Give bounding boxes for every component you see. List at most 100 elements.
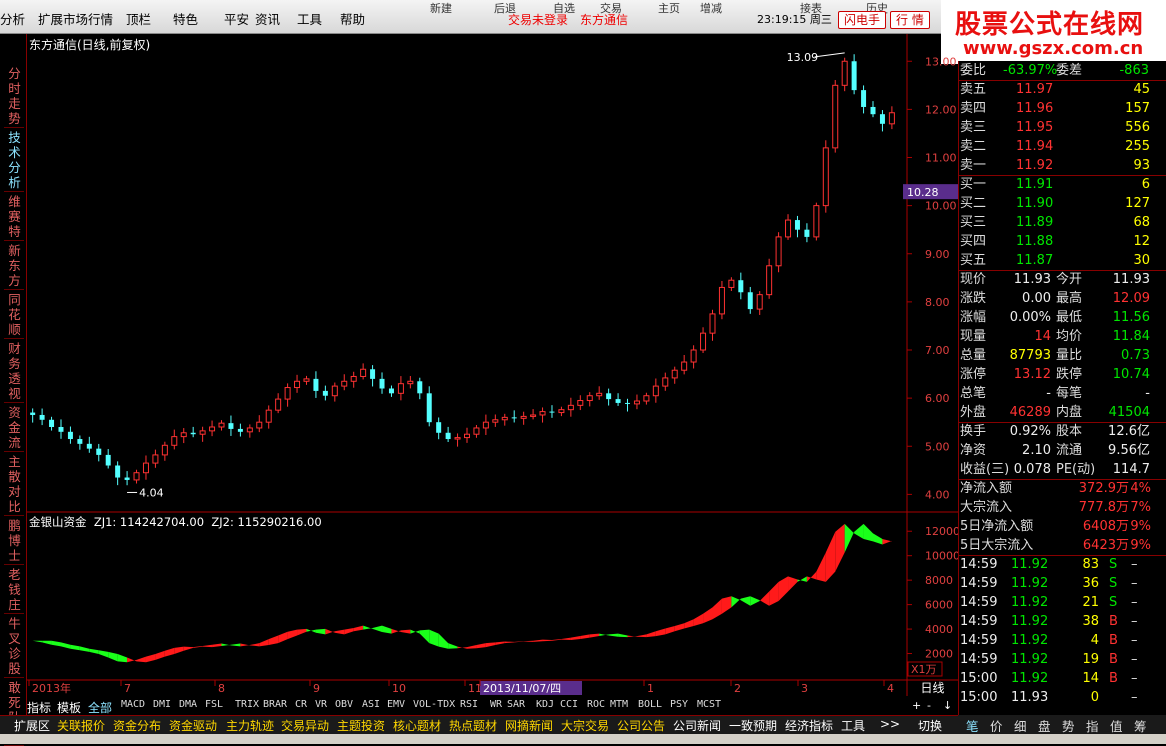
bottom-tab[interactable]: 交易异动 bbox=[281, 717, 329, 734]
indicator-tab[interactable]: CCI bbox=[560, 699, 578, 710]
indicator-tab[interactable]: VR bbox=[315, 699, 327, 710]
indicator-tab[interactable]: EMV bbox=[387, 699, 405, 710]
bottom-tab[interactable]: >> bbox=[880, 717, 900, 731]
sidebar-item[interactable]: 牛叉诊股 bbox=[3, 616, 23, 676]
bottom-tab[interactable]: 工具 bbox=[841, 717, 865, 734]
kline-chart[interactable]: 13.00 12.00 11.00 10.00 9.00 8.00 7.00 6.00 5.00… bbox=[27, 34, 958, 696]
sidebar-item[interactable]: 同花顺 bbox=[3, 292, 23, 337]
bottom-tab[interactable]: 经济指标 bbox=[785, 717, 833, 734]
indicator-tab[interactable]: MACD bbox=[121, 699, 145, 710]
right-tab[interactable]: 筹 bbox=[1134, 716, 1147, 735]
period-label[interactable]: 日线 bbox=[907, 680, 958, 696]
down-arrow-icon[interactable]: ↓ bbox=[943, 699, 952, 712]
fund-ribbon-segment bbox=[561, 637, 571, 640]
indicator-tab[interactable]: 指标 bbox=[27, 699, 51, 716]
indicator-tab[interactable]: MCST bbox=[697, 699, 721, 710]
indicator-tab[interactable]: TRIX bbox=[235, 699, 259, 710]
right-tab[interactable]: 势 bbox=[1062, 716, 1075, 735]
indicator-tab[interactable]: DMA bbox=[179, 699, 197, 710]
indicator-tab[interactable]: 模板 bbox=[57, 699, 81, 716]
chart-area[interactable]: 13.00 12.00 11.00 10.00 9.00 8.00 7.00 6.00 5.00… bbox=[27, 34, 958, 716]
bottom-tab[interactable]: 大宗交易 bbox=[561, 717, 609, 734]
tick-dash: – bbox=[1131, 671, 1138, 686]
sidebar-item[interactable]: 技术分析 bbox=[3, 130, 23, 190]
tick-time: 14:59 bbox=[960, 633, 998, 648]
trade-login-status[interactable]: 交易未登录 bbox=[508, 11, 568, 28]
fund-ribbon-segment bbox=[249, 643, 260, 647]
tick-dash: – bbox=[1131, 595, 1138, 610]
fund-ribbon-segment bbox=[202, 644, 213, 648]
menu-item[interactable]: 扩展市场行情 bbox=[38, 9, 113, 28]
bottom-tab[interactable]: 主题投资 bbox=[337, 717, 385, 734]
candle-down bbox=[747, 292, 753, 310]
indicator-tab[interactable]: 全部 bbox=[88, 699, 112, 716]
bottom-tab[interactable]: 资金驱动 bbox=[169, 717, 217, 734]
candle-up bbox=[265, 409, 272, 423]
bottom-tab[interactable]: 关联报价 bbox=[57, 717, 105, 734]
indicator-tab[interactable]: DMI bbox=[153, 699, 171, 710]
candle-down bbox=[388, 388, 394, 394]
sidebar-item[interactable]: 财务透视 bbox=[3, 341, 23, 401]
indicator-tab[interactable]: MTM bbox=[610, 699, 628, 710]
right-tab[interactable]: 细 bbox=[1014, 716, 1027, 735]
zoom-out-button[interactable]: - bbox=[927, 699, 931, 712]
indicator-tab[interactable]: RSI bbox=[460, 699, 478, 710]
bottom-tab[interactable]: 公司新闻 bbox=[673, 717, 721, 734]
indicator-tab[interactable]: BOLL bbox=[638, 699, 662, 710]
menu-item[interactable]: 特色 bbox=[173, 9, 198, 28]
indicator-tab[interactable]: WR bbox=[490, 699, 502, 710]
weibi-value: -63.97% bbox=[1003, 63, 1058, 78]
sidebar-item[interactable]: 老钱庄 bbox=[3, 567, 23, 612]
indicator-tab[interactable]: KDJ bbox=[536, 699, 554, 710]
right-tab[interactable]: 价 bbox=[990, 716, 1003, 735]
menu-item[interactable]: 分析 bbox=[0, 9, 25, 28]
candle-up bbox=[671, 369, 678, 379]
indicator-tab[interactable]: FSL bbox=[205, 699, 223, 710]
bottom-tab[interactable]: 热点题材 bbox=[449, 717, 497, 734]
quote-button[interactable]: 行 情 bbox=[890, 11, 930, 29]
indicator-tab[interactable]: ASI bbox=[362, 699, 380, 710]
bottom-tab[interactable]: 扩展区 bbox=[14, 717, 50, 734]
right-panel-tabs: 笔价细盘势指值筹 bbox=[958, 715, 1166, 734]
fund-ribbon-segment bbox=[816, 552, 826, 582]
tab-addremove[interactable]: 增减 bbox=[700, 0, 722, 15]
sidebar-item[interactable]: 新东方 bbox=[3, 243, 23, 288]
ask-price: 11.96 bbox=[1016, 101, 1054, 116]
tab-home[interactable]: 主页 bbox=[658, 0, 680, 15]
indicator-tab[interactable]: SAR bbox=[507, 699, 525, 710]
candle-up bbox=[209, 426, 216, 432]
indicator-tab[interactable]: VOL-TDX bbox=[413, 699, 455, 710]
fund-ribbon-segment bbox=[89, 648, 99, 654]
switch-button[interactable]: 切换 bbox=[918, 717, 942, 734]
menu-item[interactable]: 平安 bbox=[224, 9, 249, 28]
lightning-trade-button[interactable]: 闪电手 bbox=[838, 11, 887, 29]
sidebar-item[interactable]: 主散对比 bbox=[3, 454, 23, 514]
sidebar-item[interactable]: 分时走势 bbox=[3, 66, 23, 126]
bottom-tab[interactable]: 一致预期 bbox=[729, 717, 777, 734]
indicator-tab[interactable]: CR bbox=[295, 699, 307, 710]
right-tab[interactable]: 值 bbox=[1110, 716, 1123, 735]
tab-new[interactable]: 新建 bbox=[430, 0, 452, 15]
bottom-tab[interactable]: 主力轨迹 bbox=[226, 717, 274, 734]
right-tab[interactable]: 盘 bbox=[1038, 716, 1051, 735]
indicator-tab[interactable]: BRAR bbox=[263, 699, 287, 710]
menu-item[interactable]: 工具 bbox=[297, 9, 322, 28]
bottom-tab[interactable]: 网摘新闻 bbox=[505, 717, 553, 734]
bottom-tab[interactable]: 资金分布 bbox=[113, 717, 161, 734]
right-tab[interactable]: 指 bbox=[1086, 716, 1099, 735]
menu-item[interactable]: 资讯 bbox=[255, 9, 280, 28]
bottom-tab[interactable]: 公司公告 bbox=[617, 717, 665, 734]
menu-item[interactable]: 帮助 bbox=[340, 9, 365, 28]
indicator-tab[interactable]: ROC bbox=[587, 699, 605, 710]
menu-item[interactable]: 顶栏 bbox=[126, 9, 151, 28]
sidebar-item[interactable]: 维赛特 bbox=[3, 194, 23, 239]
right-tab[interactable]: 笔 bbox=[966, 716, 979, 735]
indicator-tab[interactable]: PSY bbox=[670, 699, 688, 710]
sidebar-item[interactable]: 资金流 bbox=[3, 405, 23, 450]
zoom-in-button[interactable]: + bbox=[912, 699, 921, 712]
candle-down bbox=[67, 431, 73, 440]
indicator-tab[interactable]: OBV bbox=[335, 699, 353, 710]
sidebar-item[interactable]: 鹏博士 bbox=[3, 518, 23, 563]
candle-up bbox=[284, 387, 291, 400]
bottom-tab[interactable]: 核心题材 bbox=[393, 717, 441, 734]
